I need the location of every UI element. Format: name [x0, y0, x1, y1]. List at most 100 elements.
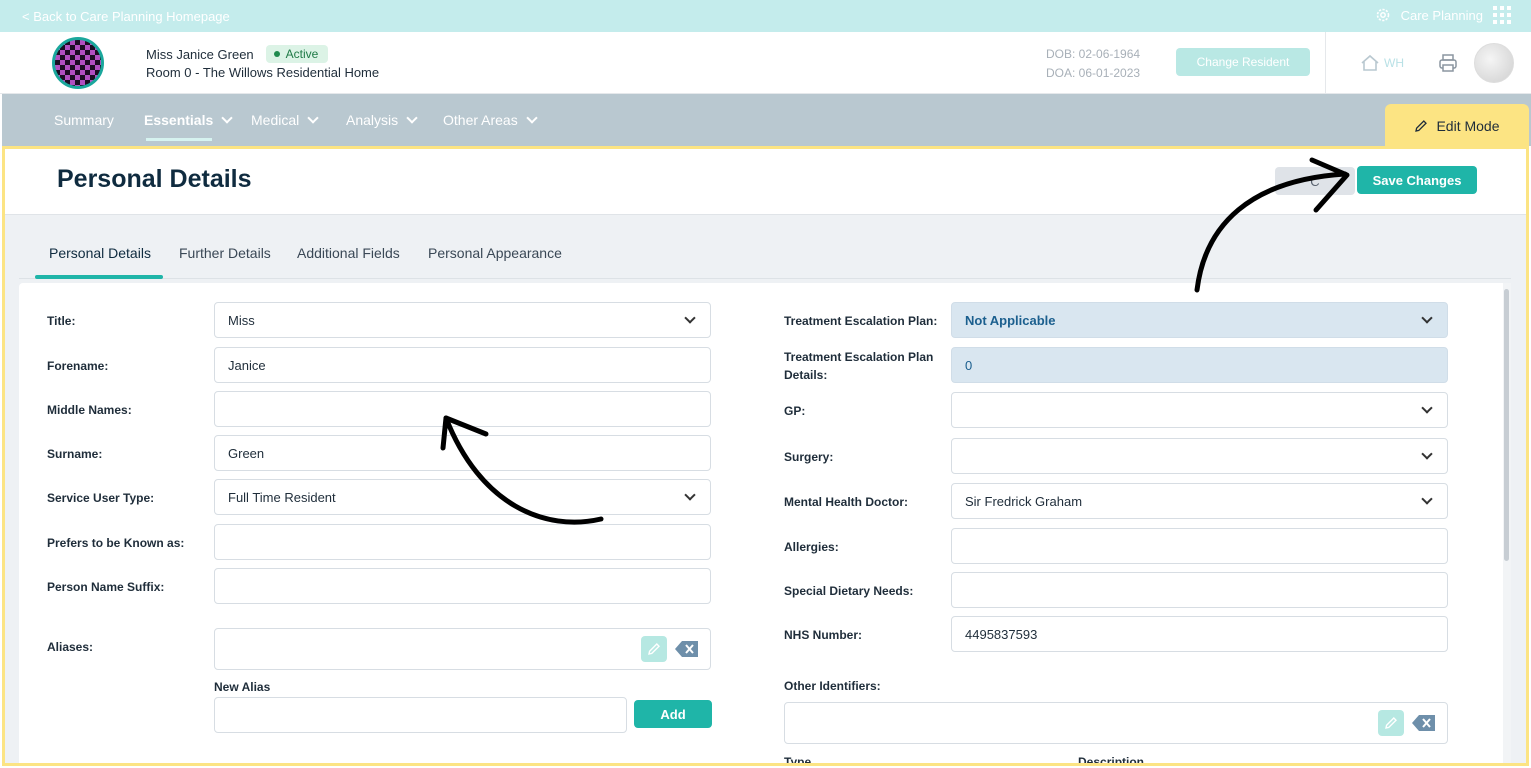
add-alias-button[interactable]: Add	[634, 700, 712, 728]
scrollbar-thumb[interactable]	[1504, 289, 1509, 561]
nav-analysis[interactable]: Analysis	[346, 112, 418, 128]
service-user-type-label: Service User Type:	[47, 491, 155, 505]
nav-essentials[interactable]: Essentials	[144, 112, 233, 128]
next-field-input[interactable]	[214, 763, 711, 766]
tab-personal-appearance[interactable]: Personal Appearance	[428, 245, 562, 261]
form-scrollbar[interactable]	[1503, 283, 1511, 763]
nav-summary[interactable]: Summary	[54, 112, 114, 128]
middle-names-input[interactable]	[214, 391, 711, 427]
service-user-type-select[interactable]: Full Time Resident	[214, 479, 711, 515]
home-button[interactable]: WH	[1360, 54, 1404, 72]
title-label: Title:	[47, 314, 76, 328]
pencil-icon	[1415, 120, 1428, 132]
known-as-label: Prefers to be Known as:	[47, 536, 185, 550]
edit-mode-tab[interactable]: Edit Mode	[1385, 104, 1529, 148]
chevron-down-icon	[1421, 448, 1433, 460]
detail-tabs: Personal Details Further Details Additio…	[19, 229, 1511, 279]
name-suffix-label: Person Name Suffix:	[47, 580, 165, 594]
page-title: Personal Details	[57, 165, 252, 193]
tep-details-label: Treatment Escalation Plan Details:	[784, 350, 934, 382]
status-dot-icon	[273, 51, 280, 57]
home-code: WH	[1384, 56, 1404, 70]
edit-identifiers-icon[interactable]	[1378, 710, 1404, 736]
chevron-down-icon	[406, 112, 418, 124]
other-identifiers-label: Other Identifiers:	[784, 679, 881, 693]
gear-icon[interactable]	[1375, 7, 1391, 23]
tab-active-indicator	[35, 275, 163, 279]
chevron-down-icon	[1421, 402, 1433, 414]
forename-label: Forename:	[47, 359, 109, 373]
status-badge: Active	[265, 45, 329, 63]
clear-aliases-icon[interactable]	[674, 640, 700, 658]
resident-header: Miss Janice Green Active Room 0 - The Wi…	[0, 32, 1531, 94]
tep-label: Treatment Escalation Plan:	[784, 314, 938, 328]
change-resident-button[interactable]: Change Resident	[1176, 48, 1310, 76]
divider	[1325, 32, 1326, 94]
doa-text: DOA: 06-01-2023	[1046, 66, 1141, 80]
top-strip: < Back to Care Planning Homepage Care Pl…	[0, 0, 1531, 32]
tab-personal-details[interactable]: Personal Details	[49, 245, 151, 261]
resident-name: Miss Janice Green	[146, 46, 254, 62]
user-avatar[interactable]	[1474, 43, 1514, 83]
name-suffix-input[interactable]	[214, 568, 711, 604]
app-switcher[interactable]: Care Planning	[1375, 6, 1511, 24]
cancel-button[interactable]: C	[1275, 167, 1355, 195]
chevron-down-icon	[684, 489, 696, 501]
chevron-down-icon	[684, 312, 696, 324]
other-identifiers-box[interactable]	[784, 702, 1448, 744]
app-label[interactable]: Care Planning	[1401, 8, 1483, 23]
gp-select[interactable]	[951, 392, 1448, 428]
allergies-input[interactable]	[951, 528, 1448, 564]
clear-identifiers-icon[interactable]	[1411, 714, 1437, 732]
allergies-label: Allergies:	[784, 540, 839, 554]
dietary-needs-input[interactable]	[951, 572, 1448, 608]
chevron-down-icon	[307, 112, 319, 124]
known-as-input[interactable]	[214, 524, 711, 560]
back-to-homepage-link[interactable]: < Back to Care Planning Homepage	[22, 9, 230, 24]
nav-active-indicator	[146, 138, 212, 141]
title-select[interactable]: Miss	[214, 302, 711, 338]
resident-dates: DOB: 02-06-1964 DOA: 06-01-2023	[1046, 45, 1140, 83]
surgery-select[interactable]	[951, 438, 1448, 474]
edit-aliases-icon[interactable]	[641, 636, 667, 662]
tep-details-input[interactable]: 0	[951, 347, 1448, 383]
nhs-number-label: NHS Number:	[784, 628, 863, 642]
mental-health-doctor-select[interactable]: Sir Fredrick Graham	[951, 483, 1448, 519]
tab-further-details[interactable]: Further Details	[179, 245, 271, 261]
tab-additional-fields[interactable]: Additional Fields	[297, 245, 400, 261]
home-icon	[1361, 54, 1379, 71]
nhs-number-input[interactable]: 4495837593	[951, 616, 1448, 652]
middle-names-label: Middle Names:	[47, 403, 132, 417]
pencil-icon	[1385, 717, 1397, 729]
resident-avatar	[52, 37, 104, 89]
mental-health-doctor-label: Mental Health Doctor:	[784, 495, 909, 509]
nav-other-areas[interactable]: Other Areas	[443, 112, 538, 128]
chevron-down-icon	[1421, 493, 1433, 505]
tep-select[interactable]: Not Applicable	[951, 302, 1448, 338]
chevron-down-icon	[526, 112, 538, 124]
aliases-box[interactable]	[214, 628, 711, 670]
edit-frame: Personal Details C Save Changes Personal…	[2, 146, 1529, 766]
save-changes-button[interactable]: Save Changes	[1357, 166, 1477, 194]
main-nav: Summary Essentials Medical Analysis Othe…	[2, 94, 1531, 146]
surname-label: Surname:	[47, 447, 103, 461]
nav-medical[interactable]: Medical	[251, 112, 319, 128]
forename-input[interactable]: Janice	[214, 347, 711, 383]
dietary-needs-label: Special Dietary Needs:	[784, 584, 914, 598]
printer-icon[interactable]	[1437, 52, 1459, 74]
title-bar: Personal Details C Save Changes	[5, 149, 1526, 215]
resident-room: Room 0 - The Willows Residential Home	[146, 65, 380, 80]
type-column-header: Type	[784, 755, 812, 766]
chevron-down-icon	[221, 112, 233, 124]
description-column-header: Description	[1078, 755, 1145, 766]
pencil-icon	[648, 643, 660, 655]
dob-text: DOB: 02-06-1964	[1046, 47, 1141, 61]
new-alias-label: New Alias	[214, 680, 271, 694]
surgery-label: Surgery:	[784, 450, 834, 464]
form-card: Title: Miss Forename: Janice Middle Name…	[19, 283, 1511, 766]
apps-grid-icon[interactable]	[1493, 6, 1511, 24]
new-alias-input[interactable]	[214, 697, 627, 733]
gp-label: GP:	[784, 404, 806, 418]
aliases-label: Aliases:	[47, 640, 94, 654]
surname-input[interactable]: Green	[214, 435, 711, 471]
